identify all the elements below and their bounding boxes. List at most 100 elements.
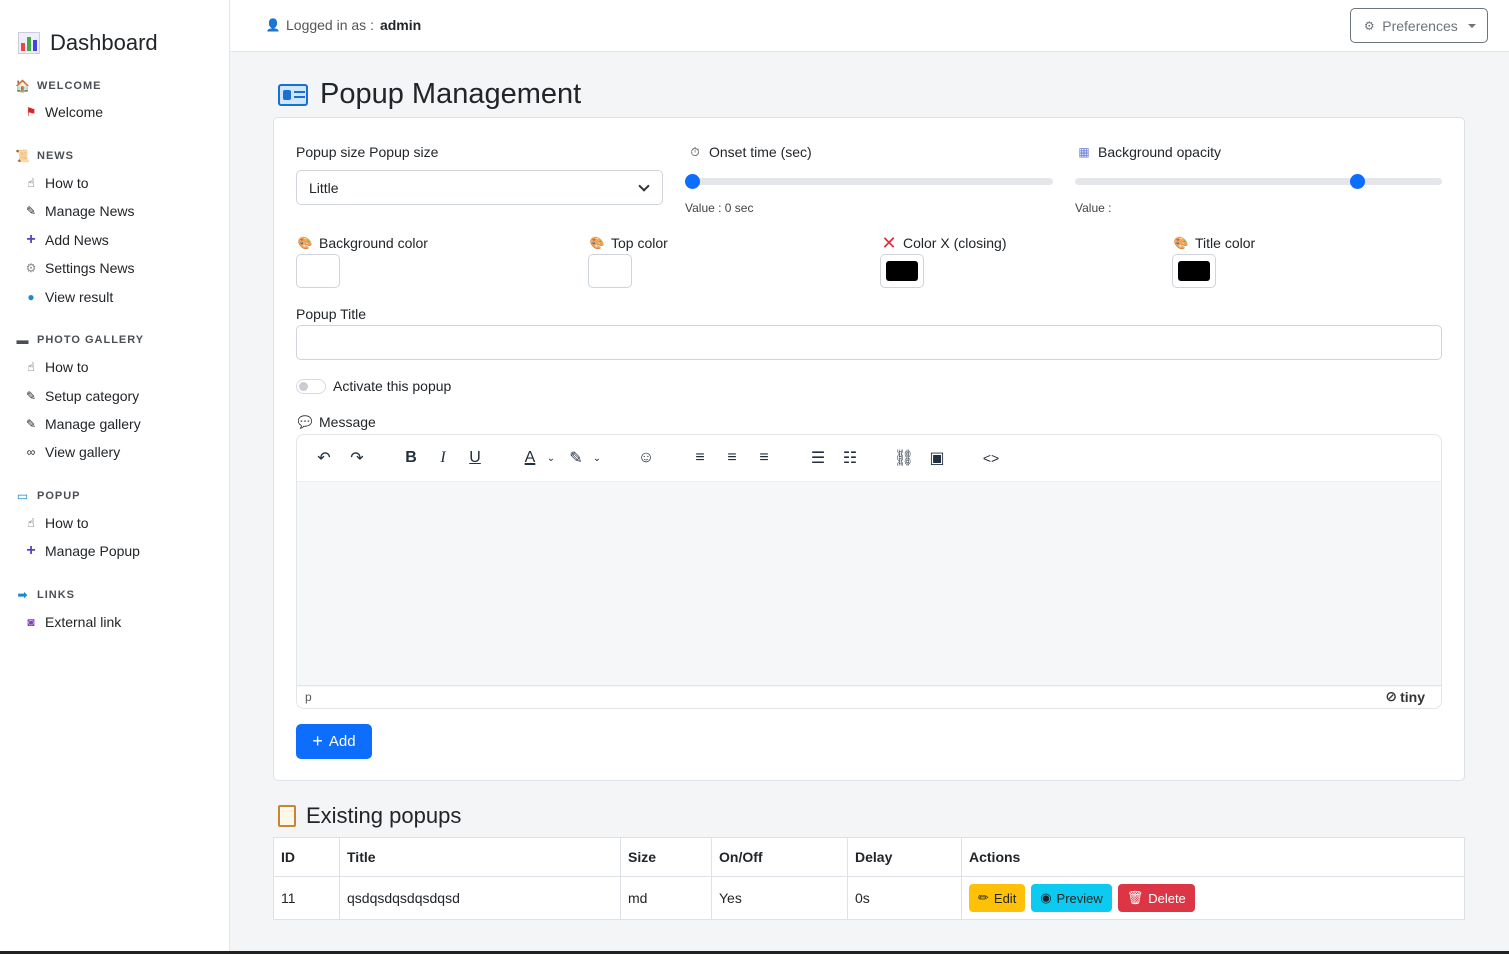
sidebar-item-external-link[interactable]: ◙ External link xyxy=(24,614,121,630)
slider-thumb[interactable] xyxy=(685,174,700,189)
background-color-picker[interactable] xyxy=(296,254,340,288)
flag-icon: ⚑ xyxy=(25,105,37,119)
slider-thumb[interactable] xyxy=(1349,174,1365,189)
editor-content-area[interactable] xyxy=(297,481,1441,687)
underline-icon[interactable]: U xyxy=(464,447,486,469)
globe-icon: ● xyxy=(27,290,35,304)
binoculars-icon: ∞ xyxy=(26,445,36,459)
plus-icon: + xyxy=(26,542,36,559)
pencil-icon: ✏ xyxy=(978,890,989,905)
top-color-picker[interactable] xyxy=(588,254,632,288)
onset-time-label: ⏱ Onset time (sec) xyxy=(688,144,811,160)
table-header-row: ID Title Size On/Off Delay Actions xyxy=(273,837,1465,877)
pen-icon: ✎ xyxy=(25,389,37,403)
brand[interactable]: Dashboard xyxy=(18,30,158,56)
sidebar-item-manage-gallery[interactable]: ✎ Manage gallery xyxy=(24,416,141,432)
gear-icon: ⚙ xyxy=(25,261,37,275)
sidebar-item-view-gallery[interactable]: ∞ View gallery xyxy=(24,444,121,460)
bold-icon[interactable]: B xyxy=(400,447,422,469)
arrow-right-icon: ➡ xyxy=(17,588,29,602)
cell-actions: ✏ Edit ◉ Preview 🗑 Delete xyxy=(961,876,1465,920)
undo-icon[interactable]: ↶ xyxy=(313,447,335,469)
align-right-icon[interactable]: ≡ xyxy=(753,447,775,469)
code-icon[interactable]: <> xyxy=(980,447,1002,469)
emoji-icon[interactable]: ☺ xyxy=(635,447,657,469)
popup-form-card: Popup size Popup size Little ⏱ Onset time… xyxy=(273,117,1465,781)
hand-icon: ☝ xyxy=(27,516,35,530)
preview-button[interactable]: ◉ Preview xyxy=(1031,884,1112,912)
preferences-button[interactable]: ⚙ Preferences xyxy=(1350,8,1488,43)
color-x-picker[interactable] xyxy=(880,254,924,288)
section-photo-gallery: ▬ PHOTO GALLERY xyxy=(16,333,145,347)
onset-value: Value : 0 sec xyxy=(685,201,754,215)
sidebar-item-welcome[interactable]: ⚑ Welcome xyxy=(24,104,103,120)
trash-icon: 🗑 xyxy=(1126,890,1144,905)
popups-table: ID Title Size On/Off Delay Actions 11 qs… xyxy=(273,837,1465,920)
color-x-label: ✕ Color X (closing) xyxy=(881,232,1007,253)
camera-icon: ▬ xyxy=(16,333,30,347)
stopwatch-icon: ⏱ xyxy=(690,144,700,159)
col-actions: Actions xyxy=(961,837,1465,877)
redo-icon[interactable]: ↷ xyxy=(346,447,368,469)
bullet-list-icon[interactable]: ☰ xyxy=(807,447,829,469)
align-center-icon[interactable]: ≡ xyxy=(721,447,743,469)
sidebar-item-setup-category[interactable]: ✎ Setup category xyxy=(24,388,139,404)
add-button[interactable]: + Add xyxy=(296,724,372,759)
element-path[interactable]: p xyxy=(305,690,312,704)
tiny-logo-icon: ⊘ xyxy=(1385,688,1398,704)
section-links: ➡ LINKS xyxy=(17,588,75,602)
activate-popup-toggle[interactable] xyxy=(296,379,326,394)
title-color-picker[interactable] xyxy=(1172,254,1216,288)
link-icon[interactable]: ⛓ xyxy=(893,447,915,469)
house-icon: 🏠 xyxy=(15,79,31,93)
editor-statusbar: p ⊘ tiny xyxy=(297,685,1441,708)
chevron-down-icon[interactable]: ⌄ xyxy=(545,447,557,469)
highlight-icon[interactable]: ✎ xyxy=(565,447,587,469)
scroll-icon: 📜 xyxy=(15,149,31,163)
existing-popups-title: Existing popups xyxy=(278,803,461,829)
chevron-down-icon xyxy=(638,180,650,192)
top-bar: 👤 Logged in as : admin ⚙ Preferences xyxy=(230,0,1509,52)
close-icon: ✕ xyxy=(881,232,897,253)
sidebar-item-manage-news[interactable]: ✎ Manage News xyxy=(24,203,135,219)
text-color-icon[interactable]: A xyxy=(519,447,541,469)
edit-button[interactable]: ✏ Edit xyxy=(969,884,1026,912)
col-title: Title xyxy=(339,837,621,877)
sidebar-item-manage-popup[interactable]: + Manage Popup xyxy=(24,542,140,559)
tiny-logo[interactable]: ⊘ tiny xyxy=(1385,688,1425,705)
popup-size-label: Popup size Popup size xyxy=(296,144,439,160)
pen-icon: ✎ xyxy=(25,417,37,431)
toggle-knob xyxy=(299,382,308,391)
chevron-down-icon[interactable]: ⌄ xyxy=(591,447,603,469)
sidebar-item-settings-news[interactable]: ⚙ Settings News xyxy=(24,260,135,276)
popup-size-select[interactable]: Little xyxy=(296,170,663,205)
italic-icon[interactable]: I xyxy=(432,447,454,469)
sidebar-item-popup-howto[interactable]: ☝ How to xyxy=(24,515,88,531)
cell-onoff: Yes xyxy=(711,876,848,920)
page-title: Popup Management xyxy=(278,78,581,111)
palette-icon: 🎨 xyxy=(1173,236,1189,250)
logged-in-status: 👤 Logged in as : admin xyxy=(265,17,422,33)
image-icon[interactable]: ▣ xyxy=(926,447,948,469)
plus-icon: + xyxy=(26,231,36,248)
sidebar-item-add-news[interactable]: + Add News xyxy=(24,231,108,248)
section-news: 📜 NEWS xyxy=(15,149,74,163)
sidebar-item-news-howto[interactable]: ☝ How to xyxy=(24,175,88,191)
align-left-icon[interactable]: ≡ xyxy=(689,447,711,469)
pen-icon: ✎ xyxy=(25,204,37,218)
sidebar: Dashboard 🏠 WELCOME ⚑ Welcome 📜 NEWS ☝ How t… xyxy=(0,0,230,954)
brand-title: Dashboard xyxy=(50,30,158,55)
background-opacity-slider[interactable] xyxy=(1075,174,1442,189)
eye-icon: ◉ xyxy=(1040,890,1052,905)
sidebar-item-view-result[interactable]: ● View result xyxy=(24,289,113,305)
numbered-list-icon[interactable]: ☷ xyxy=(839,447,861,469)
onset-time-slider[interactable] xyxy=(685,174,1053,189)
delete-button[interactable]: 🗑 Delete xyxy=(1117,884,1195,912)
col-id: ID xyxy=(273,837,340,877)
username: admin xyxy=(379,17,422,33)
popup-title-input[interactable] xyxy=(296,325,1442,360)
plus-icon: + xyxy=(312,731,323,751)
color-x-swatch xyxy=(886,261,918,281)
sidebar-item-gallery-howto[interactable]: ☝ How to xyxy=(24,359,88,375)
grid-icon: ▦ xyxy=(1078,145,1090,159)
